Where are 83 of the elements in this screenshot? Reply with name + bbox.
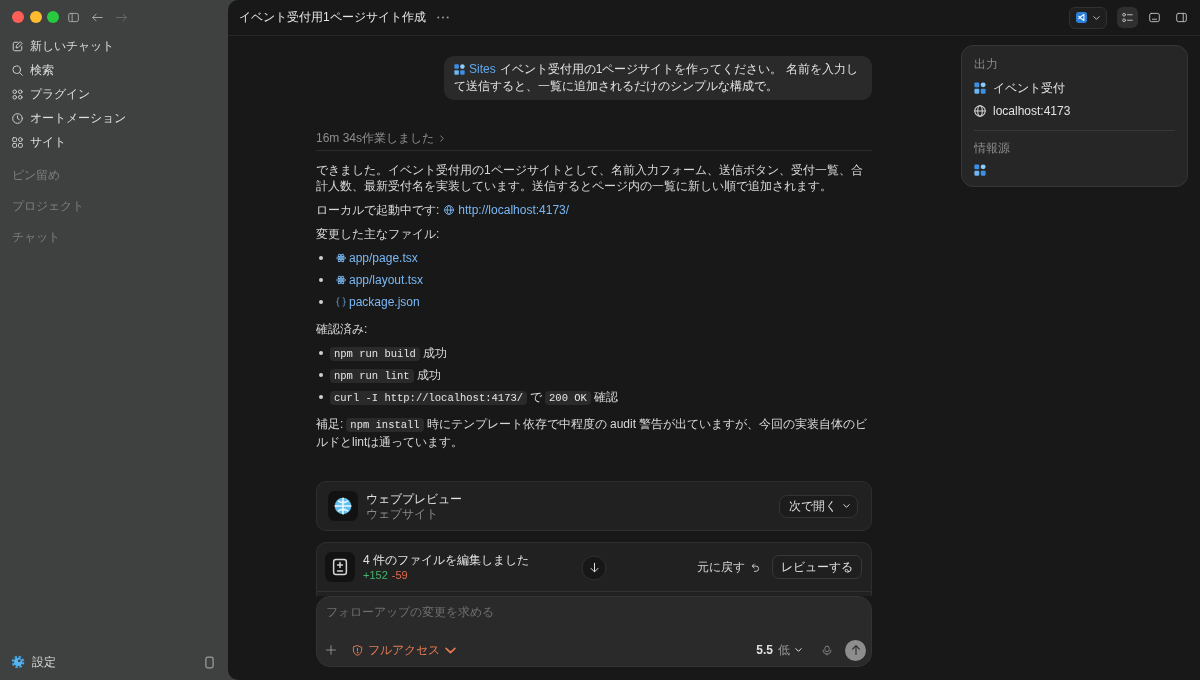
nav-item[interactable]: プラグイン	[6, 82, 96, 106]
undo-button[interactable]: 元に戻す	[697, 558, 760, 576]
nav-item[interactable]: オートメーション	[6, 106, 132, 130]
phone-icon[interactable]	[205, 655, 214, 669]
send-button[interactable]	[845, 639, 866, 661]
list-icon	[1122, 12, 1133, 23]
arrow-left-icon[interactable]	[92, 11, 103, 23]
server-label: ローカルで起動中です:	[316, 202, 440, 218]
card-title: ウェブプレビュー	[366, 490, 462, 507]
close-icon[interactable]	[12, 11, 24, 23]
open-with-button[interactable]: 次で開く	[779, 494, 858, 518]
editor-picker[interactable]	[1069, 6, 1107, 29]
bullet-icon	[319, 395, 323, 399]
side-panel-icon	[1176, 12, 1187, 23]
undo-icon	[750, 562, 760, 572]
squares-icon[interactable]	[974, 164, 986, 176]
mic-icon[interactable]	[822, 644, 832, 656]
chevron-down-icon	[843, 504, 850, 508]
diff-icon	[325, 552, 355, 582]
nav-item[interactable]: サイト	[6, 130, 72, 154]
four-circles-icon	[12, 88, 23, 100]
checks-heading: 確認済み:	[316, 321, 369, 337]
card-subtitle: ウェブサイト	[366, 506, 439, 522]
squares-icon	[454, 64, 465, 75]
code-editor-icon	[1076, 12, 1087, 23]
files-heading: 変更した主なファイル:	[316, 226, 441, 242]
nav-item[interactable]: 検索	[6, 58, 60, 82]
access-picker[interactable]: フルアクセス	[352, 641, 456, 659]
bullet-icon	[319, 278, 323, 282]
summary-text: できました。イベント受付用の1ページサイトとして、名前入力フォーム、送信ボタン、受付一覧、合計人数、最新受付名を実装しています。送信するとページ内の一覧に新しい順で追加されます。	[316, 162, 864, 194]
chat-title: イベント受付用1ページサイト作成	[239, 9, 426, 26]
panel-heading: 情報源	[974, 140, 1011, 157]
bullet-icon	[319, 373, 323, 377]
edit-summary: 4 件のファイルを編集しました	[363, 552, 529, 568]
chevron-right-icon	[440, 135, 445, 142]
localhost-link[interactable]: http://localhost:4173/	[458, 202, 570, 218]
nav-item[interactable]: 新しいチャット	[6, 34, 120, 58]
lines-added: +152	[363, 568, 388, 582]
output-item[interactable]: localhost:4173	[974, 102, 1071, 120]
file-link[interactable]: app/layout.tsx	[349, 272, 424, 288]
plus-icon[interactable]	[326, 645, 336, 655]
review-button[interactable]: レビューする	[772, 555, 862, 579]
lines-removed: -59	[391, 568, 408, 582]
squares-icon	[12, 136, 23, 148]
chevron-down-icon	[1093, 15, 1100, 20]
settings-button[interactable]: 設定	[11, 653, 56, 671]
arrow-down-icon	[589, 562, 599, 573]
model-picker[interactable]: 5.5 低	[756, 641, 802, 659]
minimize-icon[interactable]	[29, 11, 42, 23]
file-link[interactable]: package.json	[349, 294, 420, 310]
more-icon[interactable]	[436, 16, 449, 19]
scroll-down-button[interactable]	[581, 555, 607, 580]
atom-icon	[336, 253, 346, 263]
chevron-down-icon	[795, 648, 802, 652]
search-icon	[12, 64, 23, 76]
globe-icon	[444, 205, 455, 215]
panel-heading: 出力	[974, 56, 999, 73]
output-item[interactable]: イベント受付	[974, 79, 1065, 97]
sidebar-toggle-icon[interactable]	[68, 11, 79, 23]
zoom-icon[interactable]	[47, 11, 59, 23]
squares-icon	[974, 82, 986, 94]
atom-icon	[336, 275, 346, 285]
worked-toggle[interactable]: 16m 34s作業しました	[316, 130, 445, 147]
bottom-panel-icon	[1149, 12, 1160, 23]
bullet-icon	[319, 300, 323, 304]
arrow-up-icon	[850, 645, 861, 655]
check-item: npm run lint 成功	[330, 366, 441, 384]
bullet-icon	[319, 256, 323, 260]
message-text: Sites イベント受付用の1ページサイトを作ってください。 名前を入力して送信すると、一覧に追加されるだけのシンプルな構成で。	[454, 61, 859, 95]
check-item: npm run build 成功	[330, 344, 447, 362]
check-item: curl -I http://localhost:4173/ で 200 OK 確認	[330, 388, 618, 406]
file-link[interactable]: app/page.tsx	[349, 250, 418, 266]
clock-icon	[12, 112, 23, 124]
braces-icon	[336, 297, 346, 307]
compose-icon	[12, 40, 23, 52]
note-text: 補足: npm install 時にテンプレート依存で中程度の audit 警告が出ていますが、今回の実装自体のビルドとlintは通っています。	[316, 416, 869, 451]
bullet-icon	[319, 351, 323, 355]
checklist-button[interactable]	[1117, 7, 1138, 28]
mention-tag[interactable]: Sites	[454, 61, 496, 78]
shield-icon	[352, 644, 363, 656]
globe-icon	[974, 105, 986, 117]
gear-icon	[11, 655, 25, 669]
globe-icon	[328, 491, 358, 521]
